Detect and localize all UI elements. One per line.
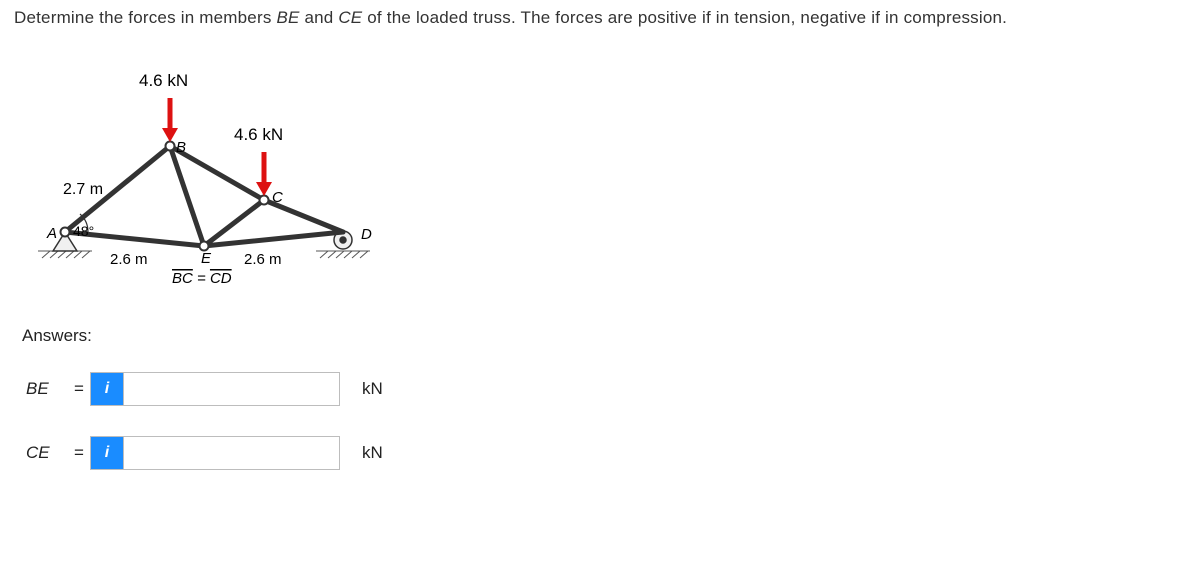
- joint-a-label: A: [46, 225, 57, 242]
- info-icon[interactable]: i: [91, 437, 123, 469]
- info-icon[interactable]: i: [91, 373, 123, 405]
- equals-sign: =: [74, 443, 90, 463]
- text: and: [300, 8, 339, 27]
- svg-text:BC = CD: BC = CD: [172, 270, 232, 287]
- text: of the loaded truss. The forces are posi…: [362, 8, 1007, 27]
- unit-ce: kN: [362, 443, 383, 463]
- answer-rows: BE = i kN CE = i kN: [26, 372, 1200, 470]
- equals-sign: =: [74, 379, 90, 399]
- joint-c-label: C: [272, 189, 283, 206]
- input-ce[interactable]: [123, 437, 339, 469]
- load-b-label: 4.6 kN: [139, 71, 188, 90]
- input-be[interactable]: [123, 373, 339, 405]
- joint-e-label: E: [201, 250, 212, 267]
- length-ed-label: 2.6 m: [244, 251, 282, 268]
- member-ce: CE: [338, 8, 362, 27]
- unit-be: kN: [362, 379, 383, 399]
- answer-row-be: BE = i kN: [26, 372, 1200, 406]
- text: Determine the forces in members: [14, 8, 276, 27]
- truss-figure: 4.6 kN 4.6 kN 2.7 m 48° 2.6 m 2.6 m BC =…: [20, 58, 400, 298]
- joint-d-label: D: [361, 226, 372, 243]
- problem-statement: Determine the forces in members BE and C…: [0, 0, 1200, 30]
- symbol-be: BE: [26, 379, 74, 399]
- joint-b-label: B: [176, 139, 186, 156]
- length-ae-label: 2.6 m: [110, 251, 148, 268]
- answer-row-ce: CE = i kN: [26, 436, 1200, 470]
- answers-heading: Answers:: [22, 326, 1200, 346]
- member-be: BE: [276, 8, 299, 27]
- load-c-label: 4.6 kN: [234, 125, 283, 144]
- answer-field-ce: i: [90, 436, 340, 470]
- angle-a-label: 48°: [73, 223, 94, 239]
- answer-field-be: i: [90, 372, 340, 406]
- length-ab-label: 2.7 m: [63, 181, 103, 198]
- symbol-ce: CE: [26, 443, 74, 463]
